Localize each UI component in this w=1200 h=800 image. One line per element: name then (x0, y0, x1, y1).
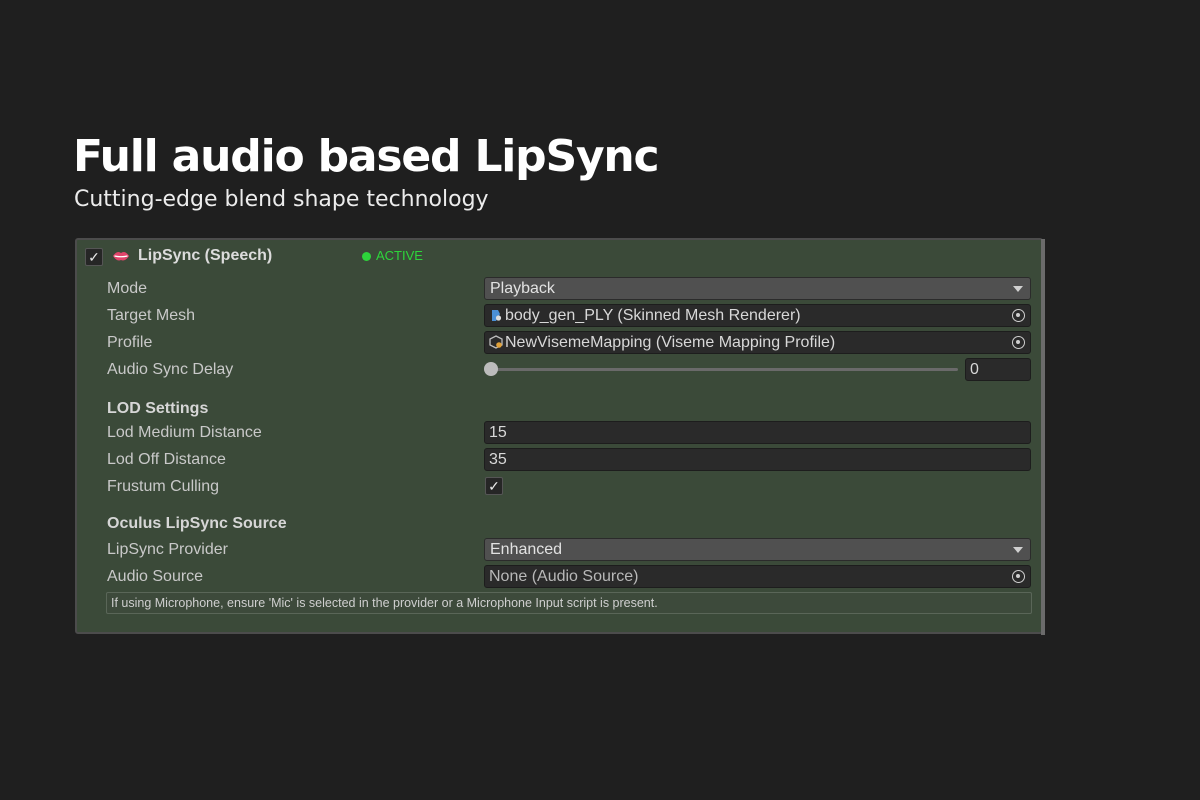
profile-label: Profile (107, 334, 153, 351)
audio-source-label: Audio Source (107, 568, 204, 585)
audio-source-field[interactable]: None (Audio Source) (484, 565, 1031, 588)
viseme-profile-icon (489, 335, 503, 349)
lod-off-label: Lod Off Distance (107, 451, 226, 468)
audio-sync-delay-slider-handle[interactable] (484, 362, 498, 376)
mode-value: Playback (490, 280, 555, 297)
object-picker-icon[interactable] (1012, 570, 1025, 583)
chevron-down-icon (1013, 286, 1023, 292)
lod-medium-label: Lod Medium Distance (107, 424, 262, 441)
target-mesh-field[interactable]: body_gen_PLY (Skinned Mesh Renderer) (484, 304, 1031, 327)
hero-subtitle: Cutting-edge blend shape technology (74, 187, 489, 212)
inspector-scrollbar[interactable] (1041, 239, 1045, 635)
lipsync-provider-value: Enhanced (490, 541, 563, 558)
frustum-culling-label: Frustum Culling (107, 478, 220, 495)
audio-sync-delay-label: Audio Sync Delay (107, 361, 234, 378)
lipsync-provider-label: LipSync Provider (107, 541, 228, 558)
component-title: LipSync (Speech) (138, 247, 273, 264)
object-picker-icon[interactable] (1012, 309, 1025, 322)
audio-sync-delay-slider-track[interactable] (490, 368, 958, 371)
lod-medium-input[interactable]: 15 (484, 421, 1031, 444)
chevron-down-icon (1013, 547, 1023, 553)
status-badge: ACTIVE (376, 248, 423, 263)
hero-title: Full audio based LipSync (73, 131, 660, 182)
mode-label: Mode (107, 280, 148, 297)
profile-field[interactable]: NewVisemeMapping (Viseme Mapping Profile… (484, 331, 1031, 354)
component-enabled-checkbox[interactable]: ✓ (85, 248, 103, 266)
oculus-source-header: Oculus LipSync Source (107, 515, 287, 532)
microphone-help-box: If using Microphone, ensure 'Mic' is sel… (106, 592, 1032, 614)
frustum-culling-checkbox[interactable]: ✓ (485, 477, 503, 495)
lod-off-input[interactable]: 35 (484, 448, 1031, 471)
target-mesh-label: Target Mesh (107, 307, 196, 324)
target-mesh-value: body_gen_PLY (Skinned Mesh Renderer) (505, 307, 801, 324)
lips-icon (113, 252, 129, 261)
profile-value: NewVisemeMapping (Viseme Mapping Profile… (505, 334, 836, 351)
status-dot-icon (362, 252, 371, 261)
skinned-mesh-icon (492, 310, 502, 321)
audio-source-value: None (Audio Source) (489, 568, 639, 585)
object-picker-icon[interactable] (1012, 336, 1025, 349)
mode-dropdown[interactable]: Playback (484, 277, 1031, 300)
lod-settings-header: LOD Settings (107, 400, 209, 417)
lipsync-provider-dropdown[interactable]: Enhanced (484, 538, 1031, 561)
audio-sync-delay-input[interactable]: 0 (965, 358, 1031, 381)
